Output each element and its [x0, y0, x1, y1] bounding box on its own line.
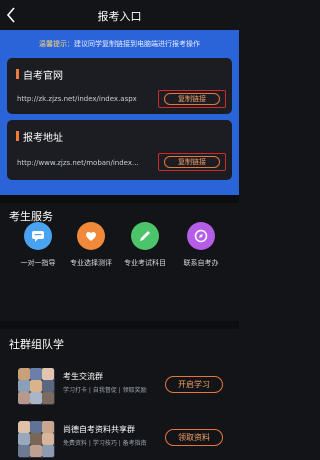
page-title: 报考入口 — [97, 10, 142, 23]
link-card-title: 自考官网 — [23, 71, 63, 82]
group-item: 尚德自考资料共享群 免费资料 | 学习技巧 | 备考指南 领取资料 — [7, 420, 232, 460]
title-accent-bar — [16, 69, 19, 79]
group-avatar-collage — [18, 368, 55, 405]
compass-icon — [187, 222, 215, 250]
service-label: 联系自考办 — [183, 259, 219, 267]
pencil-icon — [131, 222, 159, 250]
section-divider — [0, 195, 239, 203]
group-item: 考生交流群 学习打卡 | 自我督促 | 领取奖励 开启学习 — [7, 367, 232, 407]
service-one-on-one[interactable]: 一对一指导 — [9, 222, 67, 268]
groups-title: 社群组队学 — [9, 338, 64, 351]
service-major-test[interactable]: 专业选择测评 — [62, 222, 120, 268]
service-label: 专业选择测评 — [70, 259, 112, 267]
group-tags: 学习打卡 | 自我督促 | 领取奖励 — [63, 387, 147, 394]
service-label: 一对一指导 — [20, 259, 56, 267]
copy-link-button[interactable]: 复制链接 — [164, 156, 220, 168]
copy-link-button[interactable]: 复制链接 — [164, 93, 220, 105]
link-url: http://zk.zjzs.net/index/index.aspx — [17, 95, 137, 103]
copy-link-button-highlight: 复制链接 — [158, 90, 226, 108]
like-icon — [77, 222, 105, 250]
service-contact-office[interactable]: 联系自考办 — [172, 222, 230, 268]
top-bar: 报考入口 — [0, 0, 239, 30]
group-name: 考生交流群 — [63, 372, 103, 381]
link-card-title: 报考地址 — [23, 133, 63, 144]
service-exam-subjects[interactable]: 专业考试科目 — [116, 222, 174, 268]
service-label: 专业考试科目 — [124, 259, 166, 267]
tip-label: 温馨提示： — [39, 40, 74, 48]
group-tags: 免费资料 | 学习技巧 | 备考指南 — [63, 440, 147, 447]
get-materials-button[interactable]: 领取资料 — [165, 429, 223, 446]
group-name: 尚德自考资料共享群 — [63, 425, 135, 434]
group-avatar-collage — [18, 421, 55, 458]
section-divider — [0, 321, 239, 329]
tip-text: 温馨提示：建议同学复制链接到电脑端进行报考操作 — [0, 39, 239, 49]
tip-body: 建议同学复制链接到电脑端进行报考操作 — [74, 40, 200, 48]
copy-link-button-highlight: 复制链接 — [158, 153, 226, 171]
link-card-official: 自考官网 http://zk.zjzs.net/index/index.aspx… — [7, 58, 232, 114]
start-study-button[interactable]: 开启学习 — [165, 376, 223, 393]
link-url: http://www.zjzs.net/moban/index... — [17, 159, 139, 167]
link-card-register: 报考地址 http://www.zjzs.net/moban/index... … — [7, 120, 232, 180]
chat-bubble-icon — [24, 222, 52, 250]
title-accent-bar — [16, 131, 19, 141]
